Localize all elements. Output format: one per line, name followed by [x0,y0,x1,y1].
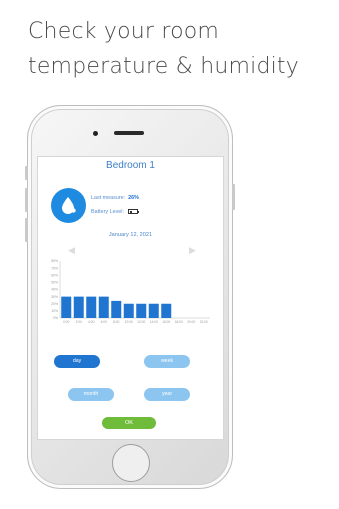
x-tick-label: 8:00 [113,320,119,324]
side-button [25,218,28,242]
y-tick-label: 20% [51,302,58,306]
chart-bar [86,296,97,318]
side-button [25,166,28,180]
battery-row: Battery Level: [91,209,140,215]
y-tick-label: 50% [51,281,58,285]
battery-fill [129,211,133,214]
headline: Check your room temperature & humidity [28,14,328,84]
week-button[interactable]: week [144,355,190,368]
x-tick-label: 0:00 [63,320,69,324]
chart-bar [161,303,172,318]
x-tick-label: 6:00 [101,320,107,324]
power-button [232,184,235,210]
chart-bar [61,296,72,318]
date-label: January 12, 2021 [108,232,153,238]
last-measure-row: Last measure: 26% [91,195,139,201]
headline-line-1: Check your room [28,19,220,44]
x-tick-label: 16:00 [162,320,170,324]
chart-bar [111,300,122,318]
x-tick-label: 12:00 [137,320,145,324]
ok-button[interactable]: OK [102,417,156,429]
x-tick-label: 20:00 [187,320,195,324]
side-button [25,188,28,212]
x-tick-label: 14:00 [150,320,158,324]
y-tick-label: 40% [51,288,58,292]
x-tick-label: 22:00 [200,320,208,324]
y-tick-label: 0% [53,316,58,320]
phone-frame: Bedroom 1 Last measure: 26% Battery Level… [25,105,235,489]
chart-bar [148,303,159,318]
chart-bar [98,296,109,318]
year-button[interactable]: year [144,388,190,401]
battery-label: Battery Level: [91,209,124,215]
chart-bar [136,303,147,318]
month-button[interactable]: month [68,388,114,401]
chart-bar [123,303,134,318]
x-tick-label: 2:00 [76,320,82,324]
x-tick-label: 4:00 [88,320,94,324]
earpiece-speaker [114,131,144,135]
headline-line-2: temperature & humidity [28,54,299,79]
y-tick-label: 60% [51,273,58,277]
home-button[interactable] [112,444,150,482]
y-tick-label: 30% [51,295,58,299]
chart-bar [73,296,84,318]
app-screen: Bedroom 1 Last measure: 26% Battery Level… [37,156,224,440]
x-tick-label: 10:00 [125,320,133,324]
humidity-badge [51,188,86,223]
humidity-chart: 0% 10% 20% 30% 40% 50% 60% 70% 80% 0:00 2:00 4:00 6:… [51,259,210,324]
room-title: Bedroom 1 [106,160,155,171]
y-tick-label: 80% [51,259,58,263]
battery-icon [127,209,140,215]
y-tick-label: 10% [51,309,58,313]
last-measure-label: Last measure: [91,195,126,201]
y-tick-label: 70% [51,266,58,270]
water-drop-icon [62,197,76,214]
front-camera [93,131,98,136]
x-tick-label: 18:00 [175,320,183,324]
day-button[interactable]: day [54,355,100,368]
last-measure-value: 26% [128,195,139,201]
